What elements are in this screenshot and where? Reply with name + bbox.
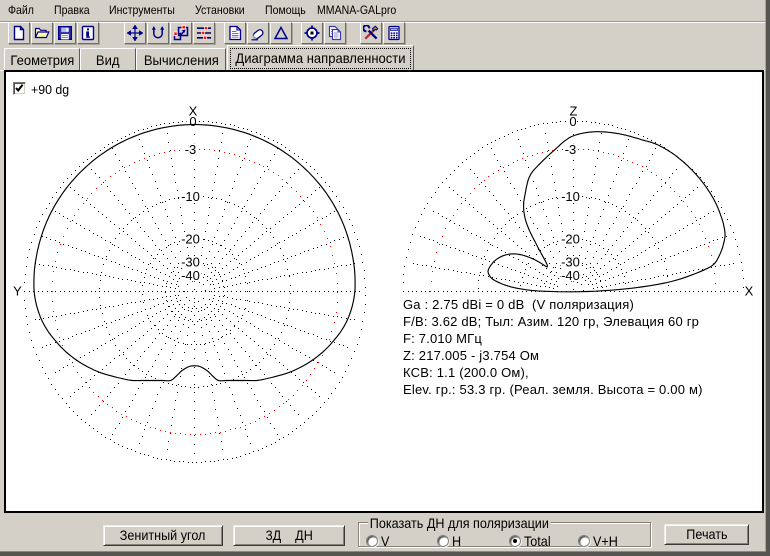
svg-text:-10: -10 [181,189,200,204]
svg-text:-3: -3 [185,142,197,157]
svg-text:X: X [189,104,198,119]
svg-text:Z: Z [570,104,578,119]
svg-text:Y: Y [13,284,22,299]
svg-text:-20: -20 [181,232,200,247]
svg-text:-10: -10 [561,189,580,204]
svg-text:-40: -40 [181,268,200,283]
svg-text:X: X [745,284,754,299]
svg-text:-20: -20 [561,232,580,247]
svg-text:-40: -40 [561,268,580,283]
svg-text:-3: -3 [565,142,577,157]
